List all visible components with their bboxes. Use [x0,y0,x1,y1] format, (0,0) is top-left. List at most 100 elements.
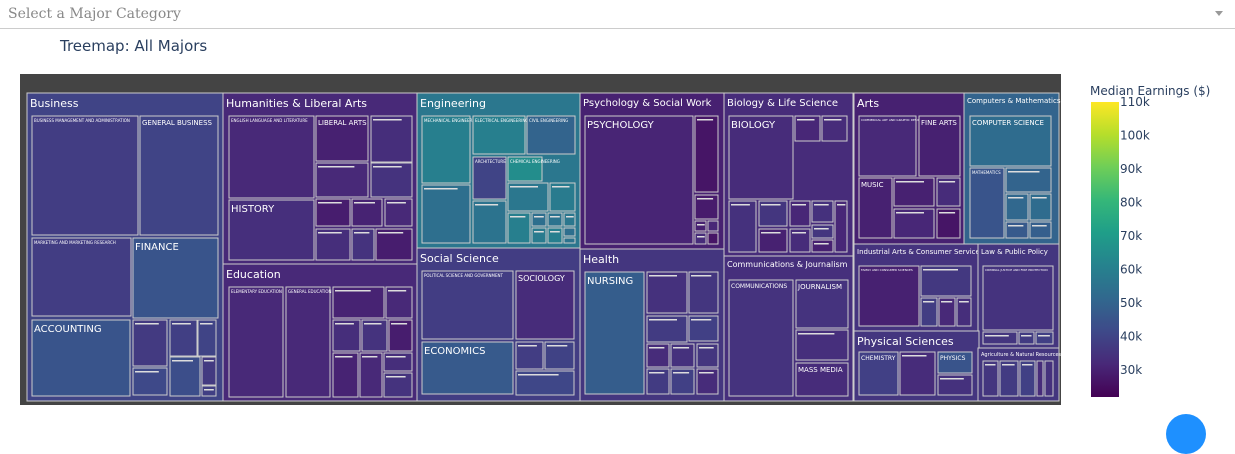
tile-label-text [940,378,964,380]
treemap-tile [563,237,576,244]
tile-label-text [354,232,370,234]
tile-criminal-justice-and-fire-protection [982,265,1054,331]
tile-label-text [354,202,375,204]
colorbar-tick-label: 110k [1120,95,1150,109]
tile-label-text [792,232,806,234]
tile-nursing [584,271,645,395]
treemap-tile [694,220,707,232]
tile-label-fine-arts: FINE ARTS [921,119,957,127]
colorbar-tick-label: 50k [1120,296,1142,310]
tile-label-text [135,371,159,373]
tile-label-family-and-consumer-sciences: FAMILY AND CONSUMER SCIENCES [861,268,913,272]
tile-communications [728,279,794,397]
treemap-tile [982,331,1018,345]
treemap-tile [899,351,936,396]
tile-label-text [923,301,935,303]
tile-label-liberal-arts: LIBERAL ARTS [318,119,367,127]
category-label-arts: Arts [857,97,879,110]
tile-label-text [1008,197,1024,199]
tile-label-text [318,166,355,168]
tile-label-text [534,231,544,233]
tile-label-elementary-education: ELEMENTARY EDUCATION [231,289,282,294]
treemap-tile [332,286,385,319]
treemap-tile [1035,331,1054,345]
treemap-tile [999,360,1019,397]
tile-label-text [566,216,574,218]
treemap-tile [728,200,757,253]
tile-label-text [673,347,690,349]
treemap-chart: Business Humanities & Liberal Arts Educati… [20,74,1210,405]
category-label-engineering: Engineering [420,97,486,110]
category-label-law-public-policy: Law & Public Policy [981,248,1048,256]
tile-label-text [797,119,815,121]
tile-label-text [200,323,213,325]
category-label-business: Business [30,97,79,110]
treemap-tile [332,352,359,398]
tile-label-commercial-art-and-graphic-design: COMMERCIAL ART AND GRAPHIC DESIGN [861,118,922,122]
tile-label-text [896,181,924,183]
tile-label-finance: FINANCE [135,242,179,253]
tile-label-text [699,372,714,374]
tile-label-text [814,204,829,206]
treemap-tile [688,271,719,314]
tile-label-text [798,333,835,335]
tile-label-text [649,275,677,277]
tile-label-text [373,166,402,168]
tile-label-text [552,186,570,188]
tile-political-science-and-government [421,270,514,340]
category-label-communications-journalism: Communications & Journalism [727,260,848,269]
tile-label-text [510,216,526,218]
tile-label-sociology: SOCIOLOGY [518,274,565,283]
tile-label-text [1008,171,1040,173]
treemap-tile [694,232,707,245]
tile-label-text [335,356,353,358]
tile-label-journalism: JOURNALISM [797,283,842,291]
tile-label-text [364,323,382,325]
tile-family-and-consumer-sciences [858,265,920,327]
tile-label-text [731,204,750,206]
tile-label-text [172,360,193,362]
tile-label-business-management-and-administration: BUSINESS MANAGEMENT AND ADMINISTRATION [34,118,130,123]
tile-label-text [424,188,458,190]
tile-label-civil-engineering: CIVIL ENGINEERING [529,118,568,123]
tile-label-text [135,323,159,325]
tile-label-text [896,212,924,214]
treemap-tile [370,162,413,198]
treemap-tile [359,352,383,398]
treemap-tile [1036,360,1044,397]
tile-label-text [792,204,806,206]
colorbar [1091,102,1119,397]
colorbar-title: Median Earnings ($) [1090,84,1210,98]
treemap-tile [563,212,576,227]
tile-label-text [697,236,705,238]
treemap-tile [315,162,369,198]
tile-label-text [941,301,953,303]
colorbar-tick-label: 60k [1120,263,1142,277]
treemap-tile [332,319,361,352]
tile-label-text [1002,364,1015,366]
treemap-tile [361,319,388,352]
tile-label-text [697,119,714,121]
tile-mathematics [969,167,1005,239]
tile-label-text [386,376,406,378]
category-label-computers-mathematics: Computers & Mathematics [967,97,1061,105]
tile-label-biology: BIOLOGY [731,120,776,131]
tile-label-psychology: PSYCHOLOGY [587,120,655,131]
category-label-agriculture-natural-resources: Agriculture & Natural Resources [981,352,1062,358]
colorbar-tick-label: 80k [1120,196,1142,210]
tile-label-text [318,232,342,234]
treemap-tile [472,200,507,244]
tile-label-text [814,243,829,245]
treemap-tile [811,224,834,239]
treemap-tile [1005,221,1029,239]
treemap-tile [351,228,375,261]
help-button[interactable] [1166,414,1206,454]
tile-general-education [285,286,331,398]
tile-label-general-education: GENERAL EDUCATION [288,289,332,294]
treemap-tile [707,220,719,232]
tile-psychology [584,115,694,245]
treemap-tile [707,232,719,245]
tile-label-music: MUSIC [861,181,884,189]
category-label-physical-sciences: Physical Sciences [857,335,954,348]
tile-label-text [814,228,829,230]
